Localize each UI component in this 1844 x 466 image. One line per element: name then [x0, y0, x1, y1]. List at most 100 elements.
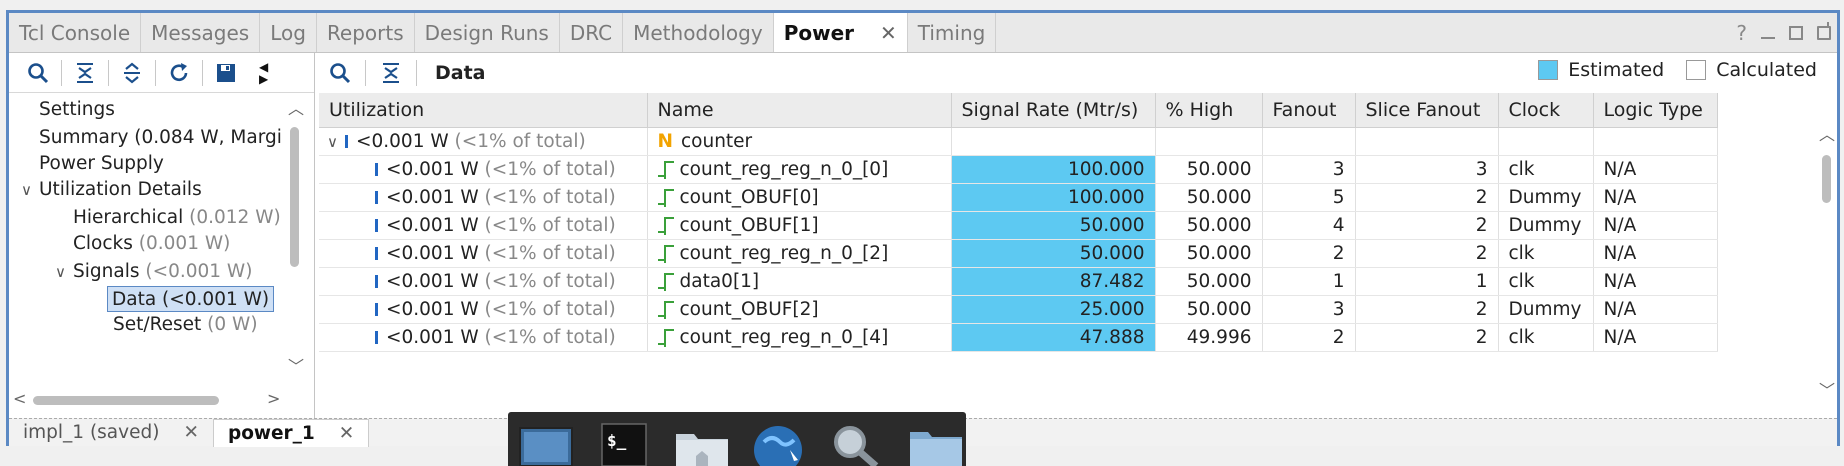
column-header-clock[interactable]: Clock: [1498, 93, 1594, 128]
table-row[interactable]: <0.001 W (<1% of total) count_OBUF[1] 50…: [319, 211, 1718, 240]
tab-messages[interactable]: Messages: [141, 13, 261, 52]
tab-power[interactable]: Power ✕: [773, 13, 908, 52]
float-window-icon[interactable]: [1817, 22, 1831, 40]
utilization-cell: <0.001 W (<1% of total): [319, 323, 648, 352]
table-row[interactable]: <0.001 W (<1% of total) count_reg_reg_n_…: [319, 155, 1718, 184]
tree-item-power-supply[interactable]: Power Supply: [39, 151, 164, 177]
table-group-row[interactable]: ∨ <0.001 W (<1% of total) Ncounter: [319, 127, 1718, 156]
tree-item-set-reset[interactable]: Set/Reset (0 W): [113, 312, 258, 338]
fanout-cell: 1: [1262, 267, 1356, 296]
power-bar-icon: [375, 218, 378, 232]
tab-reports[interactable]: Reports: [317, 13, 415, 52]
desktop-icon[interactable]: [516, 420, 576, 466]
table-row[interactable]: <0.001 W (<1% of total) data0[1] 87.482 …: [319, 267, 1718, 296]
pct-high-cell[interactable]: 50.000: [1155, 267, 1263, 296]
report-tree: Settings Summary (0.084 W, Margi Power S…: [9, 93, 314, 393]
refresh-icon[interactable]: [162, 58, 196, 88]
column-header-fanout[interactable]: Fanout: [1262, 93, 1356, 128]
table-vertical-scrollbar[interactable]: ︿ ﹀: [1815, 125, 1837, 417]
search-icon[interactable]: [323, 58, 357, 88]
toolbar-overflow-icon[interactable]: ◀ ▶: [259, 61, 268, 85]
tab-label: Messages: [151, 20, 250, 45]
tab-log[interactable]: Log: [260, 13, 317, 52]
tree-item-hierarchical[interactable]: Hierarchical (0.012 W): [73, 205, 281, 231]
table-row[interactable]: <0.001 W (<1% of total) count_reg_reg_n_…: [319, 239, 1718, 268]
chevron-down-icon[interactable]: ∨: [327, 133, 345, 151]
chevron-down-icon[interactable]: ∨: [21, 177, 39, 203]
chevron-down-icon[interactable]: ∨: [55, 259, 73, 285]
column-header-signal-rate[interactable]: Signal Rate (Mtr/s): [951, 93, 1156, 128]
tab-tcl-console[interactable]: Tcl Console: [9, 13, 142, 52]
pct-high-cell[interactable]: 50.000: [1155, 155, 1263, 184]
tree-item-settings[interactable]: Settings: [39, 97, 115, 123]
maximize-icon[interactable]: [1789, 26, 1803, 40]
pct-high-cell[interactable]: 49.996: [1155, 323, 1263, 352]
tree-item-utilization-details[interactable]: ∨ Utilization Details: [21, 177, 202, 203]
scroll-down-icon[interactable]: ﹀: [1819, 377, 1835, 401]
browser-globe-icon[interactable]: [750, 420, 810, 466]
toolbar-separator: [365, 60, 366, 86]
signal-rate-cell[interactable]: 25.000: [951, 295, 1156, 324]
scroll-down-icon[interactable]: ﹀: [288, 353, 304, 377]
column-header-logic-type[interactable]: Logic Type: [1593, 93, 1718, 128]
table-row[interactable]: <0.001 W (<1% of total) count_OBUF[2] 25…: [319, 295, 1718, 324]
search-icon[interactable]: [21, 58, 55, 88]
scroll-thumb[interactable]: [1822, 155, 1831, 203]
scroll-thumb[interactable]: [33, 396, 219, 405]
empty-cell: [1155, 127, 1263, 156]
pct-high-cell[interactable]: 50.000: [1155, 239, 1263, 268]
pct-high-cell[interactable]: 50.000: [1155, 295, 1263, 324]
column-header-pct-high[interactable]: % High: [1155, 93, 1263, 128]
scroll-up-icon[interactable]: ︿: [288, 95, 304, 119]
column-header-slice-fanout[interactable]: Slice Fanout: [1355, 93, 1499, 128]
scroll-left-icon[interactable]: <: [13, 389, 26, 408]
signal-rate-cell[interactable]: 87.482: [951, 267, 1156, 296]
tab-drc[interactable]: DRC: [560, 13, 624, 52]
tab-methodology[interactable]: Methodology: [623, 13, 774, 52]
close-tab-icon[interactable]: ✕: [880, 21, 897, 45]
table-header-row: Utilization Name Signal Rate (Mtr/s) % H…: [319, 93, 1718, 128]
table-row[interactable]: <0.001 W (<1% of total) count_OBUF[0] 10…: [319, 183, 1718, 212]
collapse-all-icon[interactable]: [68, 58, 102, 88]
table-row[interactable]: <0.001 W (<1% of total) count_reg_reg_n_…: [319, 323, 1718, 352]
signal-rate-cell[interactable]: 100.000: [951, 155, 1156, 184]
pct-high-cell[interactable]: 50.000: [1155, 211, 1263, 240]
tree-item-label: Clocks: [73, 233, 133, 254]
slice-fanout-cell: 3: [1355, 155, 1499, 184]
terminal-icon[interactable]: $_: [594, 420, 654, 466]
close-tab-icon[interactable]: ✕: [183, 422, 199, 443]
minimize-icon[interactable]: [1761, 27, 1775, 39]
tab-timing[interactable]: Timing: [908, 13, 997, 52]
folder-icon[interactable]: [906, 420, 966, 466]
collapse-all-icon[interactable]: [374, 58, 408, 88]
tree-item-summary[interactable]: Summary (0.084 W, Margi: [39, 125, 282, 151]
clock-cell: Dummy: [1498, 211, 1594, 240]
tree-item-clocks[interactable]: Clocks (0.001 W): [73, 231, 230, 257]
scroll-right-icon[interactable]: >: [267, 389, 280, 408]
close-tab-icon[interactable]: ✕: [339, 423, 355, 444]
pct-high-cell[interactable]: 50.000: [1155, 183, 1263, 212]
tree-horizontal-scrollbar[interactable]: < >: [9, 389, 285, 411]
signal-rate-cell[interactable]: 100.000: [951, 183, 1156, 212]
signal-rate-cell[interactable]: 50.000: [951, 239, 1156, 268]
search-magnifier-icon[interactable]: [828, 420, 888, 466]
tree-item-signals[interactable]: ∨ Signals (<0.001 W): [55, 259, 252, 285]
signal-rate-cell[interactable]: 47.888: [951, 323, 1156, 352]
utilization-value: <0.001 W: [386, 326, 479, 348]
help-icon[interactable]: ?: [1736, 21, 1747, 45]
tab-power-1[interactable]: power_1 ✕: [212, 418, 370, 447]
tab-impl-1[interactable]: impl_1 (saved) ✕: [9, 419, 213, 447]
tree-vertical-scrollbar[interactable]: ︿ ﹀: [285, 99, 304, 376]
scroll-thumb[interactable]: [290, 127, 299, 267]
scroll-up-icon[interactable]: ︿: [1819, 121, 1835, 145]
save-icon[interactable]: [209, 58, 243, 88]
name-value: counter: [680, 130, 753, 152]
tree-item-data[interactable]: Data (<0.001 W): [107, 286, 275, 312]
clock-cell: clk: [1498, 267, 1594, 296]
expand-all-icon[interactable]: [115, 58, 149, 88]
column-header-utilization[interactable]: Utilization: [319, 93, 648, 128]
column-header-name[interactable]: Name: [647, 93, 952, 128]
signal-rate-cell[interactable]: 50.000: [951, 211, 1156, 240]
tab-design-runs[interactable]: Design Runs: [415, 13, 560, 52]
home-folder-icon[interactable]: [672, 420, 732, 466]
